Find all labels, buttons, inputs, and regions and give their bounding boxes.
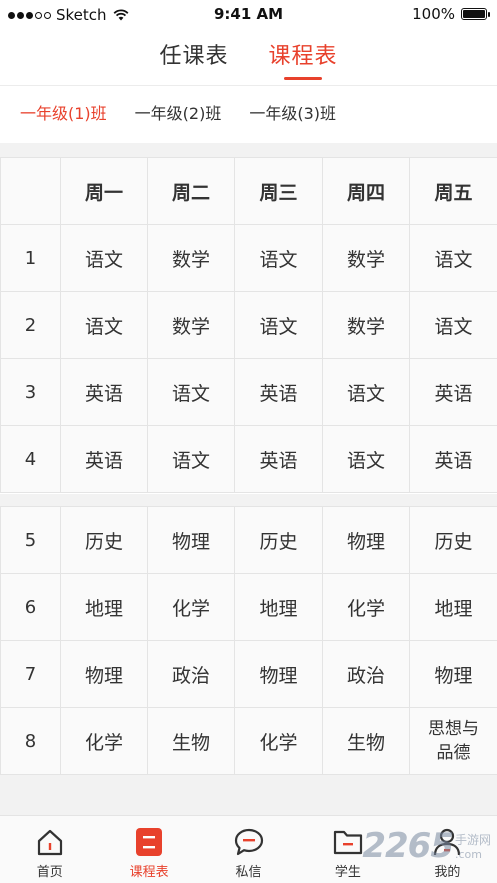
subject-cell[interactable]: 生物 bbox=[322, 707, 410, 775]
table-row: 8 化学 生物 化学 生物 思想与 品德 bbox=[0, 707, 497, 775]
period-number: 4 bbox=[0, 425, 61, 493]
nav-timetable-label: 课程表 bbox=[129, 865, 169, 880]
subject-cell[interactable]: 物理 bbox=[60, 640, 148, 708]
subject-cell[interactable]: 数学 bbox=[147, 291, 235, 359]
subject-cell[interactable]: 地理 bbox=[409, 573, 497, 641]
table-row: 5 历史 物理 历史 物理 历史 bbox=[0, 506, 497, 574]
subject-cell[interactable]: 语文 bbox=[322, 358, 410, 426]
timetable-afternoon: 5 历史 物理 历史 物理 历史 6 地理 化学 地理 化学 地理 7 物理 政治 物理 政治 物理 8 化学 生物 化学… bbox=[0, 506, 497, 775]
nav-messages[interactable]: 私信 bbox=[199, 816, 298, 883]
class-tabs: 一年级(1)班 一年级(2)班 一年级(3)班 bbox=[20, 100, 336, 124]
subject-cell[interactable]: 化学 bbox=[60, 707, 148, 775]
subject-cell[interactable]: 生物 bbox=[147, 707, 235, 775]
table-row: 2 语文 数学 语文 数学 语文 bbox=[0, 291, 497, 359]
home-icon bbox=[37, 829, 62, 856]
user-icon bbox=[434, 828, 461, 856]
period-number: 6 bbox=[0, 573, 61, 641]
tab-teaching-schedule[interactable]: 任课表 bbox=[159, 38, 228, 78]
subject-cell[interactable]: 思想与 品德 bbox=[409, 707, 497, 775]
period-number: 2 bbox=[0, 291, 61, 359]
subject-cell[interactable]: 历史 bbox=[60, 506, 148, 574]
subject-cell[interactable]: 英语 bbox=[409, 358, 497, 426]
subject-cell[interactable]: 物理 bbox=[147, 506, 235, 574]
battery-percent: 100% bbox=[412, 5, 455, 23]
subject-cell[interactable]: 英语 bbox=[234, 358, 323, 426]
bottom-nav: 首页 课程表 私信 学生 我的 bbox=[0, 815, 497, 883]
subject-cell[interactable]: 英语 bbox=[60, 358, 148, 426]
subject-cell[interactable]: 语文 bbox=[234, 291, 323, 359]
subject-cell[interactable]: 语文 bbox=[234, 224, 323, 292]
status-right: 100% bbox=[412, 5, 490, 23]
subject-cell[interactable]: 物理 bbox=[234, 640, 323, 708]
period-number: 8 bbox=[0, 707, 61, 775]
day-header: 周五 bbox=[409, 157, 497, 225]
period-number: 1 bbox=[0, 224, 61, 292]
subject-cell[interactable]: 化学 bbox=[322, 573, 410, 641]
subject-cell[interactable]: 语文 bbox=[147, 425, 235, 493]
message-icon bbox=[234, 828, 263, 856]
top-tabs: 任课表 课程表 bbox=[0, 38, 497, 84]
section-spacer-top bbox=[0, 143, 497, 157]
subject-cell[interactable]: 数学 bbox=[147, 224, 235, 292]
corner-cell bbox=[0, 157, 61, 225]
table-row: 6 地理 化学 地理 化学 地理 bbox=[0, 573, 497, 641]
day-header: 周二 bbox=[147, 157, 235, 225]
subject-cell[interactable]: 语文 bbox=[60, 224, 148, 292]
subject-cell[interactable]: 数学 bbox=[322, 291, 410, 359]
nav-students[interactable]: 学生 bbox=[298, 816, 397, 883]
nav-home-label: 首页 bbox=[36, 865, 63, 880]
class-tab-grade1-class1[interactable]: 一年级(1)班 bbox=[20, 100, 107, 124]
battery-icon bbox=[461, 8, 490, 20]
timetable-icon bbox=[136, 828, 163, 856]
table-row: 4 英语 语文 英语 语文 英语 bbox=[0, 425, 497, 493]
subject-cell[interactable]: 物理 bbox=[322, 506, 410, 574]
status-bar: Sketch 9:41 AM 100% bbox=[0, 0, 497, 30]
subject-cell[interactable]: 语文 bbox=[322, 425, 410, 493]
subject-cell[interactable]: 英语 bbox=[409, 425, 497, 493]
subject-cell[interactable]: 语文 bbox=[147, 358, 235, 426]
top-divider bbox=[0, 85, 497, 86]
subject-cell[interactable]: 政治 bbox=[147, 640, 235, 708]
day-header: 周三 bbox=[234, 157, 323, 225]
subject-cell[interactable]: 语文 bbox=[409, 291, 497, 359]
subject-cell[interactable]: 化学 bbox=[234, 707, 323, 775]
subject-cell[interactable]: 地理 bbox=[234, 573, 323, 641]
subject-cell[interactable]: 语文 bbox=[60, 291, 148, 359]
subject-cell[interactable]: 历史 bbox=[409, 506, 497, 574]
nav-profile-label: 我的 bbox=[434, 865, 461, 880]
nav-home[interactable]: 首页 bbox=[0, 816, 99, 883]
nav-messages-label: 私信 bbox=[235, 865, 262, 880]
subject-cell[interactable]: 地理 bbox=[60, 573, 148, 641]
subject-cell[interactable]: 英语 bbox=[60, 425, 148, 493]
subject-cell[interactable]: 政治 bbox=[322, 640, 410, 708]
table-header-row: 周一 周二 周三 周四 周五 bbox=[0, 157, 497, 225]
class-tab-grade1-class3[interactable]: 一年级(3)班 bbox=[249, 100, 336, 124]
class-tab-grade1-class2[interactable]: 一年级(2)班 bbox=[135, 100, 222, 124]
table-row: 3 英语 语文 英语 语文 英语 bbox=[0, 358, 497, 426]
nav-timetable[interactable]: 课程表 bbox=[99, 816, 198, 883]
timetable-morning: 周一 周二 周三 周四 周五 1 语文 数学 语文 数学 语文 2 语文 数学 语文 数学 语文 3 英语… bbox=[0, 157, 497, 493]
subject-cell[interactable]: 语文 bbox=[409, 224, 497, 292]
period-number: 3 bbox=[0, 358, 61, 426]
day-header: 周四 bbox=[322, 157, 410, 225]
tab-class-timetable[interactable]: 课程表 bbox=[269, 38, 338, 80]
subject-cell[interactable]: 历史 bbox=[234, 506, 323, 574]
subject-cell[interactable]: 英语 bbox=[234, 425, 323, 493]
section-spacer-middle bbox=[0, 494, 497, 506]
table-row: 1 语文 数学 语文 数学 语文 bbox=[0, 224, 497, 292]
day-header: 周一 bbox=[60, 157, 148, 225]
period-number: 7 bbox=[0, 640, 61, 708]
nav-students-label: 学生 bbox=[334, 865, 361, 880]
subject-cell[interactable]: 物理 bbox=[409, 640, 497, 708]
folder-icon bbox=[333, 830, 363, 855]
subject-cell[interactable]: 化学 bbox=[147, 573, 235, 641]
table-row: 7 物理 政治 物理 政治 物理 bbox=[0, 640, 497, 708]
subject-cell[interactable]: 数学 bbox=[322, 224, 410, 292]
section-spacer-bottom bbox=[0, 775, 497, 815]
period-number: 5 bbox=[0, 506, 61, 574]
nav-profile[interactable]: 我的 bbox=[398, 816, 497, 883]
